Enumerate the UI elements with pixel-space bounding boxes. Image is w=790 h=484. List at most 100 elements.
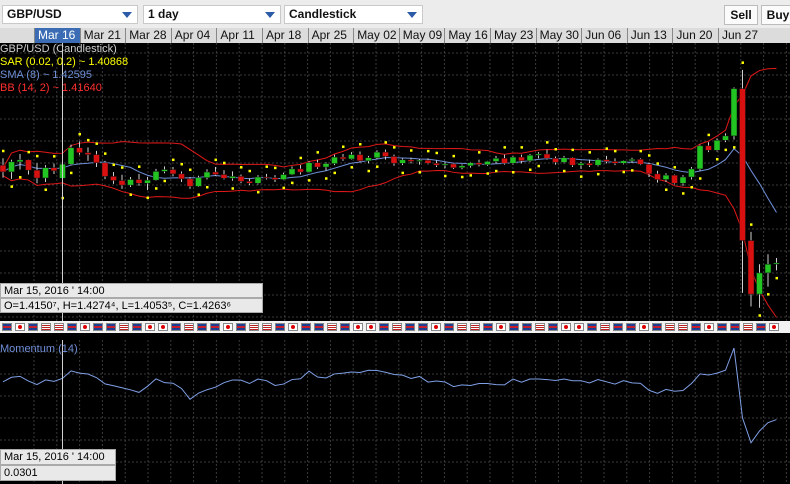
candle-body bbox=[705, 145, 712, 151]
candle-body bbox=[76, 147, 83, 153]
us-flag-icon[interactable] bbox=[54, 323, 64, 331]
uk-flag-icon[interactable] bbox=[613, 323, 623, 331]
jp-flag-icon[interactable] bbox=[223, 323, 233, 331]
uk-flag-icon[interactable] bbox=[2, 323, 12, 331]
uk-flag-icon[interactable] bbox=[405, 323, 415, 331]
jp-flag-icon[interactable] bbox=[145, 323, 155, 331]
eu-flag-icon[interactable] bbox=[171, 323, 181, 331]
sar-dot bbox=[359, 143, 362, 146]
uk-flag-icon[interactable] bbox=[756, 323, 766, 331]
eu-flag-icon[interactable] bbox=[522, 323, 532, 331]
sar-dot bbox=[70, 171, 73, 175]
candle-body bbox=[135, 179, 143, 184]
date-label: Mar 28 bbox=[125, 28, 171, 43]
candle-body bbox=[645, 164, 653, 175]
sar-dot bbox=[350, 166, 353, 169]
candle-body bbox=[237, 176, 245, 182]
sar-dot bbox=[291, 181, 294, 185]
candle-body bbox=[407, 159, 415, 162]
sar-dot bbox=[333, 171, 336, 175]
jp-flag-icon[interactable] bbox=[158, 323, 168, 331]
eu-flag-icon[interactable] bbox=[717, 323, 727, 331]
jp-flag-icon[interactable] bbox=[561, 323, 571, 331]
jp-flag-icon[interactable] bbox=[704, 323, 714, 331]
candle-body bbox=[229, 176, 236, 179]
candle-body bbox=[399, 159, 406, 164]
sar-dot bbox=[767, 293, 770, 296]
eu-flag-icon[interactable] bbox=[301, 323, 311, 331]
us-flag-icon[interactable] bbox=[600, 323, 610, 331]
candle-body bbox=[467, 162, 474, 167]
momentum-chart[interactable] bbox=[0, 340, 790, 484]
sar-dot bbox=[376, 165, 379, 168]
uk-flag-icon[interactable] bbox=[67, 323, 77, 331]
us-flag-icon[interactable] bbox=[41, 323, 51, 331]
jp-flag-icon[interactable] bbox=[15, 323, 25, 331]
us-flag-icon[interactable] bbox=[327, 323, 337, 331]
candle-body bbox=[67, 147, 75, 165]
sell-button[interactable]: Sell bbox=[724, 5, 758, 25]
uk-flag-icon[interactable] bbox=[483, 323, 493, 331]
eu-flag-icon[interactable] bbox=[93, 323, 103, 331]
uk-flag-icon[interactable] bbox=[691, 323, 701, 331]
us-flag-icon[interactable] bbox=[119, 323, 129, 331]
buy-button[interactable]: Buy bbox=[761, 5, 790, 25]
us-flag-icon[interactable] bbox=[392, 323, 402, 331]
eu-flag-icon[interactable] bbox=[509, 323, 519, 331]
eu-flag-icon[interactable] bbox=[314, 323, 324, 331]
us-flag-icon[interactable] bbox=[249, 323, 259, 331]
jp-flag-icon[interactable] bbox=[353, 323, 363, 331]
eu-flag-icon[interactable] bbox=[236, 323, 246, 331]
uk-flag-icon[interactable] bbox=[340, 323, 350, 331]
interval-dropdown[interactable]: 1 day bbox=[143, 5, 281, 24]
us-flag-icon[interactable] bbox=[184, 323, 194, 331]
eu-flag-icon[interactable] bbox=[652, 323, 662, 331]
us-flag-icon[interactable] bbox=[678, 323, 688, 331]
jp-flag-icon[interactable] bbox=[431, 323, 441, 331]
us-flag-icon[interactable] bbox=[262, 323, 272, 331]
symbol-dropdown[interactable]: GBP/USD bbox=[2, 5, 138, 24]
sar-dot bbox=[716, 157, 719, 161]
jp-flag-icon[interactable] bbox=[639, 323, 649, 331]
jp-flag-icon[interactable] bbox=[366, 323, 376, 331]
us-flag-icon[interactable] bbox=[535, 323, 545, 331]
candle-body bbox=[33, 169, 41, 179]
eu-flag-icon[interactable] bbox=[587, 323, 597, 331]
price-chart[interactable] bbox=[0, 43, 790, 321]
us-flag-icon[interactable] bbox=[665, 323, 675, 331]
eu-flag-icon[interactable] bbox=[444, 323, 454, 331]
candle-body bbox=[365, 157, 372, 162]
sar-dot bbox=[53, 155, 56, 158]
candle-body bbox=[611, 161, 619, 164]
sar-dot bbox=[265, 165, 268, 168]
jp-flag-icon[interactable] bbox=[496, 323, 506, 331]
us-flag-icon[interactable] bbox=[743, 323, 753, 331]
uk-flag-icon[interactable] bbox=[197, 323, 207, 331]
jp-flag-icon[interactable] bbox=[288, 323, 298, 331]
eu-flag-icon[interactable] bbox=[106, 323, 116, 331]
jp-flag-icon[interactable] bbox=[80, 323, 90, 331]
eu-flag-icon[interactable] bbox=[28, 323, 38, 331]
candle-body bbox=[280, 174, 287, 180]
uk-flag-icon[interactable] bbox=[548, 323, 558, 331]
eu-flag-icon[interactable] bbox=[730, 323, 740, 331]
candle-body bbox=[747, 240, 755, 295]
uk-flag-icon[interactable] bbox=[210, 323, 220, 331]
uk-flag-icon[interactable] bbox=[132, 323, 142, 331]
date-label: Apr 25 bbox=[307, 28, 354, 43]
sar-dot bbox=[129, 193, 132, 196]
sar-dot bbox=[673, 166, 676, 169]
chart-type-dropdown[interactable]: Candlestick bbox=[284, 5, 423, 24]
jp-flag-icon[interactable] bbox=[769, 323, 779, 331]
date-label: Apr 11 bbox=[216, 28, 262, 43]
sar-dot bbox=[206, 185, 209, 189]
uk-flag-icon[interactable] bbox=[626, 323, 636, 331]
uk-flag-icon[interactable] bbox=[418, 323, 428, 331]
legend-momentum: Momentum (14) bbox=[0, 343, 78, 355]
sar-dot bbox=[469, 174, 472, 177]
eu-flag-icon[interactable] bbox=[379, 323, 389, 331]
us-flag-icon[interactable] bbox=[457, 323, 467, 331]
us-flag-icon[interactable] bbox=[470, 323, 480, 331]
uk-flag-icon[interactable] bbox=[275, 323, 285, 331]
jp-flag-icon[interactable] bbox=[574, 323, 584, 331]
